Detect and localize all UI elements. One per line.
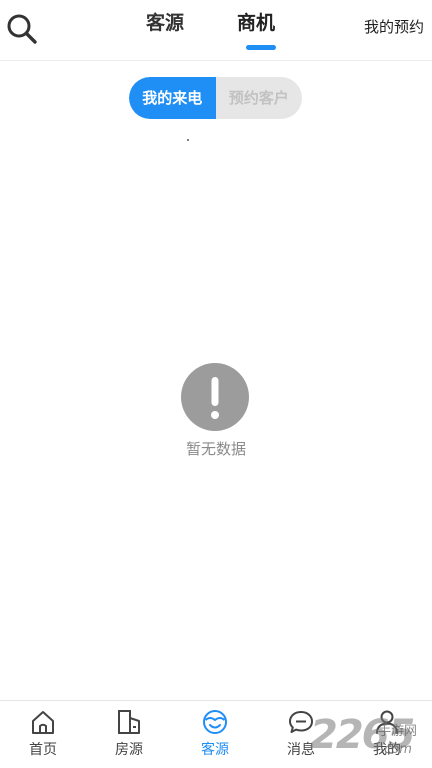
home-icon — [32, 711, 54, 734]
search-icon — [7, 14, 37, 44]
tab-customers[interactable]: 客源 — [146, 10, 184, 36]
nav-label-messages: 消息 — [287, 742, 315, 758]
nav-label-listings: 房源 — [115, 742, 143, 758]
nav-item-home[interactable]: 首页 — [0, 701, 86, 768]
call-filter-segment: 我的来电 预约客户 — [129, 77, 302, 119]
nav-item-messages[interactable]: 消息 — [258, 701, 344, 768]
person-icon — [376, 710, 398, 734]
nav-item-listings[interactable]: 房源 — [86, 701, 172, 768]
nav-label-customers: 客源 — [201, 742, 229, 758]
my-booking-link[interactable]: 我的预约 — [364, 17, 424, 37]
search-button[interactable] — [6, 12, 38, 46]
tab-opportunity[interactable]: 商机 — [237, 10, 275, 36]
nav-label-profile: 我的 — [373, 742, 401, 758]
customer-icon — [203, 710, 227, 734]
app-screen: 客源 商机 我的预约 我的来电 预约客户 暂无数据 首页 房源 客源 消息 我的… — [0, 0, 432, 768]
bottom-nav: 首页 房源 客源 消息 我的 — [0, 700, 432, 768]
segment-my-calls[interactable]: 我的来电 — [129, 77, 216, 119]
empty-state-text: 暂无数据 — [185, 440, 246, 458]
top-bar: 客源 商机 我的预约 — [0, 0, 432, 61]
nav-item-customers[interactable]: 客源 — [172, 701, 258, 768]
building-icon — [118, 710, 140, 734]
nav-item-profile[interactable]: 我的 — [344, 701, 430, 768]
segment-booked-customers[interactable]: 预约客户 — [216, 77, 303, 119]
active-tab-indicator — [246, 45, 276, 50]
message-icon — [289, 711, 313, 733]
exclamation-circle-icon — [181, 363, 249, 431]
nav-label-home: 首页 — [29, 742, 57, 758]
loading-dot — [187, 139, 189, 141]
